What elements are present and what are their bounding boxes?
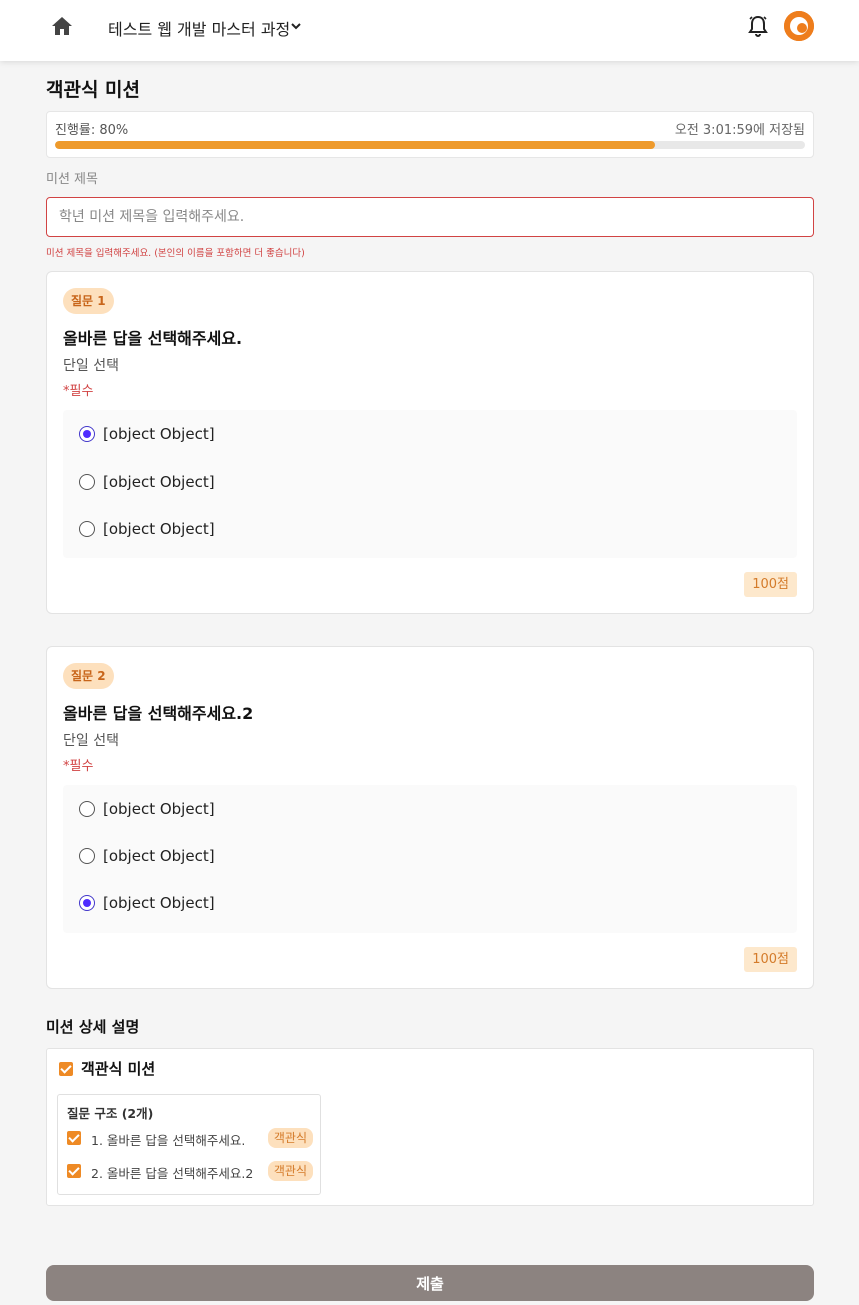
mission-type-label: 객관식 미션 [81, 1060, 156, 1078]
radio-button[interactable] [79, 801, 95, 817]
question-badge: 질문 1 [63, 288, 114, 314]
progress-panel: 진행률: 80% 오전 3:01:59에 저장됨 [46, 111, 814, 158]
top-nav-bar: 테스트 웹 개발 마스터 과정 [0, 0, 859, 61]
submit-button[interactable]: 제출 [46, 1265, 814, 1301]
option-label: [object Object] [103, 800, 215, 818]
radio-button[interactable] [79, 895, 95, 911]
page-title: 객관식 미션 [46, 79, 141, 101]
points-badge: 100점 [744, 947, 797, 972]
progress-track [55, 141, 805, 149]
details-panel: 객관식 미션 질문 구조 (2개) 1. 올바른 답을 선택해주세요. 객관식 … [46, 1048, 814, 1206]
question-card-2: 질문 2 올바른 답을 선택해주세요.2 단일 선택 *필수 [object O… [46, 646, 814, 989]
structure-item-checkbox[interactable] [67, 1131, 81, 1145]
progress-label: 진행률: 80% [55, 123, 129, 138]
option-label: [object Object] [103, 894, 215, 912]
question-structure-box: 질문 구조 (2개) 1. 올바른 답을 선택해주세요. 객관식 2. 올바른 … [57, 1094, 321, 1195]
question-type-tag: 객관식 [267, 1161, 313, 1181]
question-badge: 질문 2 [63, 663, 114, 689]
option-label: [object Object] [103, 425, 215, 443]
mission-title-label: 미션 제목 [46, 172, 98, 187]
bell-icon[interactable] [747, 14, 769, 38]
radio-button[interactable] [79, 848, 95, 864]
mission-title-input[interactable] [46, 197, 814, 237]
details-heading: 미션 상세 설명 [46, 1018, 140, 1036]
option-1[interactable]: [object Object] [79, 422, 215, 446]
question-title: 올바른 답을 선택해주세요. [63, 329, 243, 348]
structure-item-1: 1. 올바른 답을 선택해주세요. 객관식 [67, 1128, 313, 1148]
points-badge: 100점 [744, 572, 797, 597]
question-title: 올바른 답을 선택해주세요.2 [63, 704, 254, 723]
course-title[interactable]: 테스트 웹 개발 마스터 과정 [108, 16, 290, 40]
avatar[interactable] [784, 11, 814, 41]
question-type-tag: 객관식 [267, 1128, 313, 1148]
option-label: [object Object] [103, 847, 215, 865]
structure-item-checkbox[interactable] [67, 1164, 81, 1178]
radio-button[interactable] [79, 521, 95, 537]
required-label: *필수 [63, 759, 94, 774]
option-3[interactable]: [object Object] [79, 517, 215, 541]
required-label: *필수 [63, 384, 94, 399]
question-card-1: 질문 1 올바른 답을 선택해주세요. 단일 선택 *필수 [object Ob… [46, 271, 814, 614]
option-3[interactable]: [object Object] [79, 891, 215, 915]
home-icon[interactable] [50, 14, 74, 38]
structure-item-label: 2. 올바른 답을 선택해주세요.2 [91, 1166, 254, 1181]
option-label: [object Object] [103, 473, 215, 491]
options-list: [object Object] [object Object] [object … [63, 785, 797, 933]
structure-item-label: 1. 올바른 답을 선택해주세요. [91, 1133, 246, 1148]
chevron-down-icon[interactable] [289, 18, 303, 32]
question-type: 단일 선택 [63, 733, 119, 749]
option-label: [object Object] [103, 520, 215, 538]
option-2[interactable]: [object Object] [79, 844, 215, 868]
option-2[interactable]: [object Object] [79, 470, 215, 494]
mission-title-error: 미션 제목을 입력해주세요. (본인의 이름을 포함하면 더 좋습니다) [46, 248, 305, 259]
progress-fill [55, 141, 655, 149]
saved-status: 오전 3:01:59에 저장됨 [674, 123, 805, 138]
radio-button[interactable] [79, 474, 95, 490]
structure-item-2: 2. 올바른 답을 선택해주세요.2 객관식 [67, 1161, 313, 1181]
option-1[interactable]: [object Object] [79, 797, 215, 821]
structure-title: 질문 구조 (2개) [67, 1106, 154, 1121]
options-list: [object Object] [object Object] [object … [63, 410, 797, 558]
radio-button[interactable] [79, 426, 95, 442]
question-type: 단일 선택 [63, 358, 119, 374]
mission-type-checkbox[interactable] [59, 1062, 73, 1076]
